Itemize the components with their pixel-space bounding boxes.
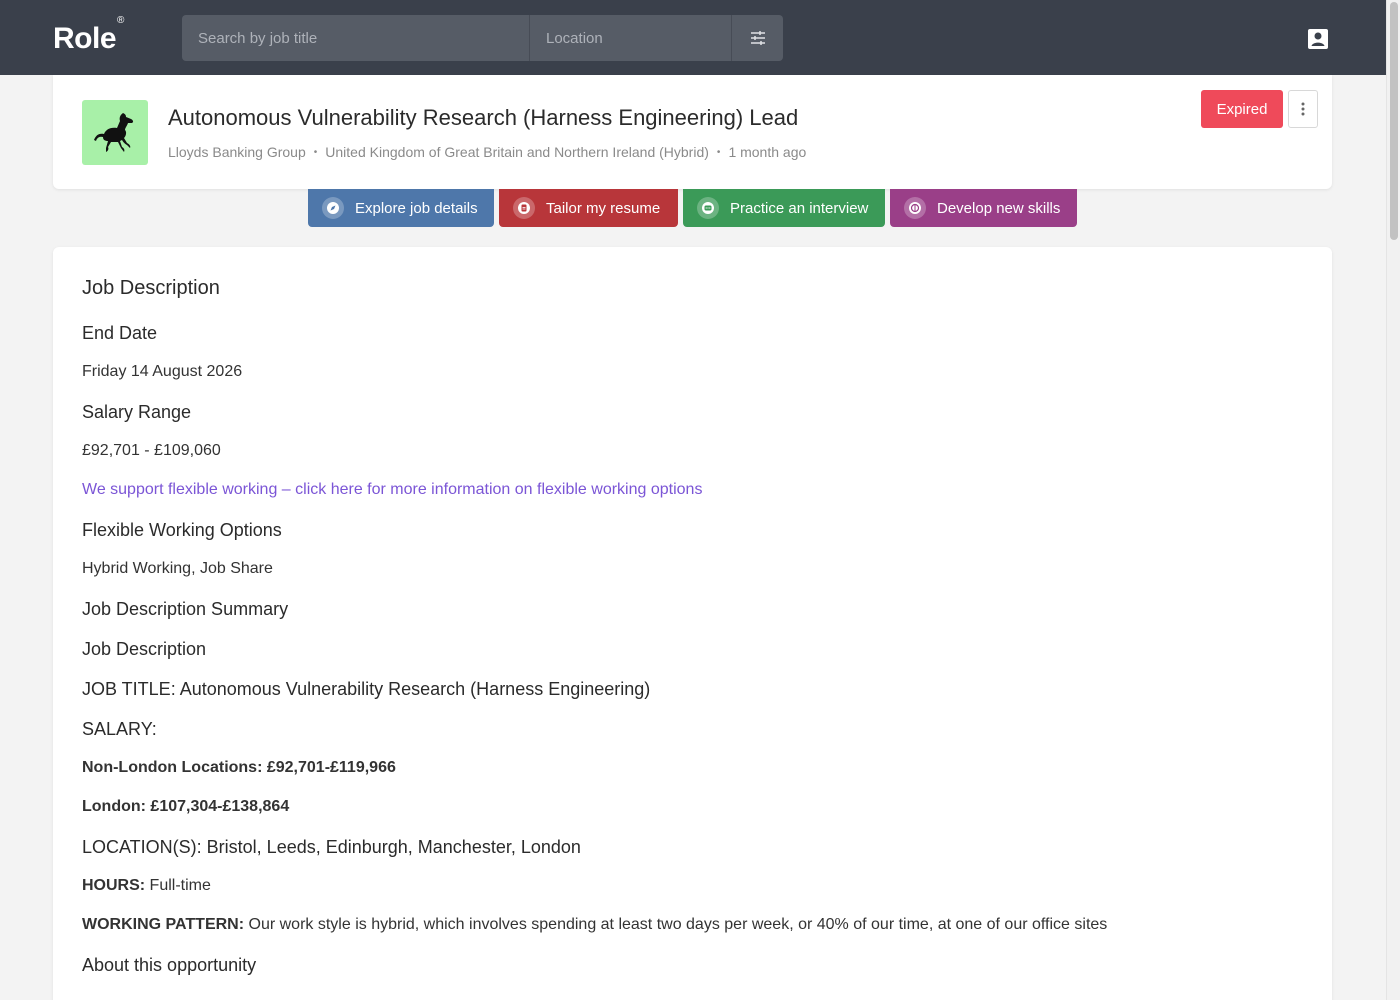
location-input[interactable]	[530, 15, 732, 61]
page-scrollbar[interactable]	[1386, 0, 1400, 1000]
company-name[interactable]: Lloyds Banking Group	[168, 144, 306, 160]
filter-button[interactable]	[732, 15, 783, 61]
locations-line: LOCATION(S): Bristol, Leeds, Edinburgh, …	[82, 837, 581, 857]
salary-range-value: £92,701 - £109,060	[82, 442, 221, 459]
explore-job-details-button[interactable]: Explore job details	[308, 189, 494, 227]
tailor-resume-button[interactable]: Tailor my resume	[499, 189, 678, 227]
compass-icon	[322, 197, 344, 219]
status-badge: Expired	[1201, 90, 1283, 128]
salary-caps-heading: SALARY:	[82, 719, 157, 739]
company-logo	[82, 100, 148, 165]
end-date-value: Friday 14 August 2026	[82, 363, 243, 380]
tailor-label: Tailor my resume	[546, 199, 661, 217]
develop-skills-button[interactable]: Develop new skills	[890, 189, 1077, 227]
practice-label: Practice an interview	[730, 199, 869, 217]
develop-label: Develop new skills	[937, 199, 1061, 217]
more-options-button[interactable]	[1288, 90, 1318, 128]
job-location: United Kingdom of Great Britain and Nort…	[325, 144, 709, 160]
sliders-icon	[750, 31, 765, 45]
resume-icon	[513, 197, 535, 219]
search-bar	[182, 15, 783, 61]
job-title: Autonomous Vulnerability Research (Harne…	[168, 105, 799, 130]
profile-button[interactable]	[1306, 27, 1330, 51]
scrollbar-thumb[interactable]	[1390, 2, 1398, 240]
job-description-card: Job Description End Date Friday 14 Augus…	[53, 247, 1332, 1000]
london-salary: London: £107,304-£138,864	[82, 798, 290, 815]
salary-range-heading: Salary Range	[82, 402, 192, 422]
account-icon	[1308, 29, 1328, 49]
job-header-card: Autonomous Vulnerability Research (Harne…	[53, 75, 1332, 189]
end-date-heading: End Date	[82, 323, 158, 343]
flexible-working-link[interactable]: We support flexible working – click here…	[82, 481, 702, 499]
summary-heading: Job Description Summary	[82, 599, 289, 619]
description-heading: Job Description	[82, 277, 220, 299]
kebab-menu-icon	[1301, 102, 1305, 116]
flexible-options-value: Hybrid Working, Job Share	[82, 560, 273, 577]
black-horse-icon	[94, 112, 134, 152]
job-title-line: JOB TITLE: Autonomous Vulnerability Rese…	[82, 679, 651, 699]
job-meta: Lloyds Banking Group • United Kingdom of…	[168, 144, 806, 160]
explore-label: Explore job details	[355, 199, 478, 217]
jd-subheading: Job Description	[82, 639, 207, 659]
brain-icon	[904, 197, 926, 219]
hours-line: HOURS: Full-time	[82, 877, 211, 894]
top-nav-bar: Role®	[0, 0, 1386, 75]
meta-separator: •	[716, 146, 721, 158]
about-heading: About this opportunity	[82, 955, 257, 975]
job-title-search-input[interactable]	[182, 15, 530, 61]
working-pattern-line: WORKING PATTERN: Our work style is hybri…	[82, 916, 1108, 933]
role-logo[interactable]: Role®	[53, 15, 124, 56]
chat-icon	[697, 197, 719, 219]
practice-interview-button[interactable]: Practice an interview	[683, 189, 885, 227]
non-london-salary: Non-London Locations: £92,701-£119,966	[82, 759, 396, 776]
flexible-options-heading: Flexible Working Options	[82, 520, 282, 540]
posted-time: 1 month ago	[728, 144, 807, 160]
meta-separator: •	[313, 146, 318, 158]
